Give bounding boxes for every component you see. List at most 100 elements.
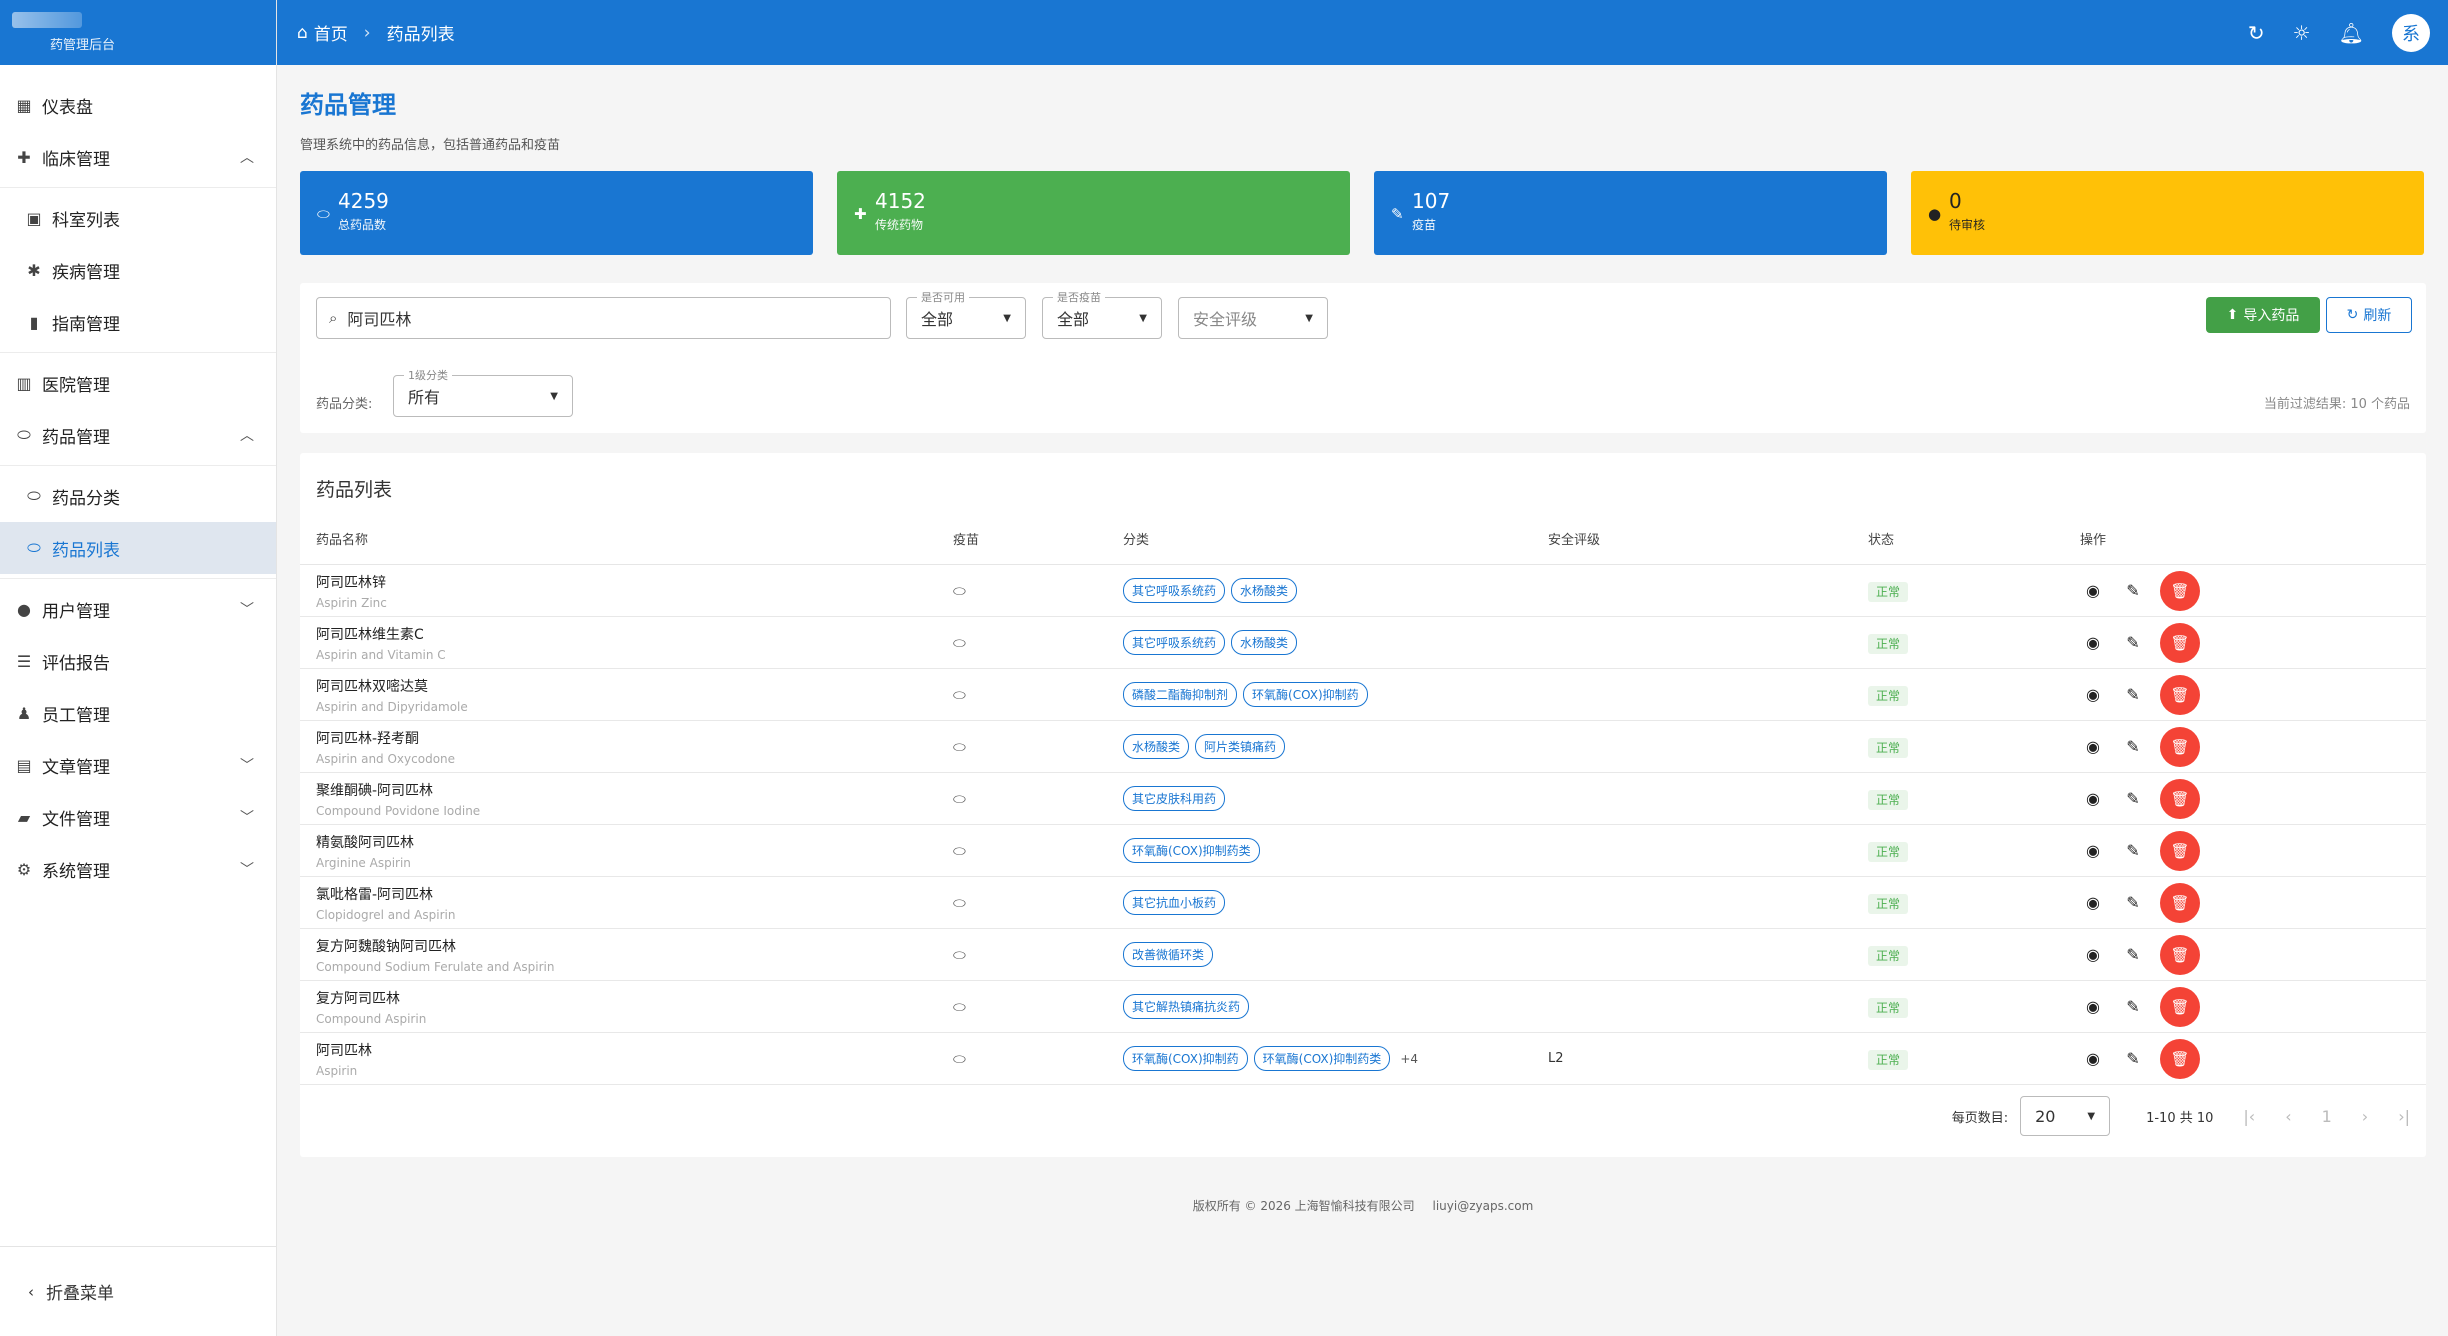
next-page-icon[interactable]: › xyxy=(2362,1107,2368,1126)
eye-icon[interactable]: ◉ xyxy=(2080,997,2106,1016)
pencil-icon[interactable]: ✎ xyxy=(2120,945,2146,964)
collapse-menu-button[interactable]: ‹ 折叠菜单 xyxy=(0,1246,276,1336)
delete-button[interactable]: 🗑︎ xyxy=(2160,986,2200,1027)
bell-icon[interactable]: 🔔︎ xyxy=(2339,21,2364,45)
drug-name[interactable]: 阿司匹林锌 xyxy=(316,572,953,592)
available-select[interactable]: 是否可用 全部 ▼ xyxy=(906,289,1026,339)
footer-email[interactable]: liuyi@zyaps.com xyxy=(1433,1199,1534,1213)
pencil-icon[interactable]: ✎ xyxy=(2120,685,2146,704)
eye-icon[interactable]: ◉ xyxy=(2080,789,2106,808)
sidebar-item-users[interactable]: ● 用户管理 ﹀ xyxy=(0,583,276,635)
drug-name-cell: 精氨酸阿司匹林 Arginine Aspirin xyxy=(316,832,953,870)
pencil-icon[interactable]: ✎ xyxy=(2120,841,2146,860)
delete-button[interactable]: 🗑︎ xyxy=(2160,674,2200,715)
delete-button[interactable]: 🗑︎ xyxy=(2160,726,2200,767)
status-badge: 正常 xyxy=(1868,686,1909,706)
eye-icon[interactable]: ◉ xyxy=(2080,633,2106,652)
search-value: 阿司匹林 xyxy=(347,310,412,329)
trash-icon: 🗑︎ xyxy=(2170,685,2190,704)
drug-name[interactable]: 聚维酮碘-阿司匹林 xyxy=(316,780,953,800)
header-vaccine[interactable]: 疫苗 xyxy=(953,529,1123,548)
first-page-icon[interactable]: |‹ xyxy=(2243,1107,2255,1126)
brightness-icon[interactable]: ☼ xyxy=(2293,21,2311,45)
delete-button[interactable]: 🗑︎ xyxy=(2160,934,2200,975)
drug-english-name: Clopidogrel and Aspirin xyxy=(316,907,456,922)
dropdown-arrow-icon: ▼ xyxy=(1305,312,1313,324)
search-input[interactable]: ⌕ 阿司匹林 xyxy=(316,297,891,339)
drug-name[interactable]: 阿司匹林 xyxy=(316,1040,953,1060)
eye-icon[interactable]: ◉ xyxy=(2080,841,2106,860)
vaccine-select[interactable]: 是否疫苗 全部 ▼ xyxy=(1042,289,1162,339)
pencil-icon[interactable]: ✎ xyxy=(2120,633,2146,652)
drug-name[interactable]: 复方阿司匹林 xyxy=(316,988,953,1008)
brand[interactable]: 药管理后台 xyxy=(0,0,276,65)
sidebar-item-reports[interactable]: ☰ 评估报告 xyxy=(0,635,276,687)
pill-icon: ⬭ xyxy=(27,538,41,557)
delete-button[interactable]: 🗑︎ xyxy=(2160,570,2200,611)
sidebar-item-dashboard[interactable]: ▦ 仪表盘 xyxy=(0,79,276,131)
trash-icon: 🗑︎ xyxy=(2170,633,2190,652)
sidebar-item-drugs[interactable]: ⬭ 药品管理 ︿ xyxy=(0,409,276,461)
drug-name-cell: 阿司匹林维生素C Aspirin and Vitamin C xyxy=(316,624,953,662)
sidebar-item-system[interactable]: ⚙ 系统管理 ﹀ xyxy=(0,843,276,895)
safety-select[interactable]: 安全评级 ▼ xyxy=(1178,297,1328,339)
import-button[interactable]: ⬆ 导入药品 xyxy=(2206,297,2320,333)
eye-icon[interactable]: ◉ xyxy=(2080,685,2106,704)
level1-category-select[interactable]: 1级分类 所有 ▼ xyxy=(393,367,573,417)
pill-icon: ⬭ xyxy=(953,842,966,860)
brand-name: 药管理后台 xyxy=(50,38,116,53)
sidebar-item-staff[interactable]: ♟ 员工管理 xyxy=(0,687,276,739)
header-category[interactable]: 分类 xyxy=(1123,529,1548,548)
last-page-icon[interactable]: ›| xyxy=(2398,1107,2410,1126)
eye-icon[interactable]: ◉ xyxy=(2080,893,2106,912)
drug-name[interactable]: 阿司匹林-羟考酮 xyxy=(316,728,953,748)
delete-button[interactable]: 🗑︎ xyxy=(2160,622,2200,663)
pencil-icon[interactable]: ✎ xyxy=(2120,997,2146,1016)
drug-name[interactable]: 阿司匹林维生素C xyxy=(316,624,953,644)
eye-icon[interactable]: ◉ xyxy=(2080,1049,2106,1068)
delete-button[interactable]: 🗑︎ xyxy=(2160,1038,2200,1079)
header-safety[interactable]: 安全评级 xyxy=(1548,529,1868,548)
sidebar-item-hospitals[interactable]: ▥ 医院管理 xyxy=(0,357,276,409)
status-badge: 正常 xyxy=(1868,738,1909,758)
sidebar-item-diseases[interactable]: ✱ 疾病管理 xyxy=(0,244,276,296)
prev-page-icon[interactable]: ‹ xyxy=(2285,1107,2291,1126)
sidebar-item-articles[interactable]: ▤ 文章管理 ﹀ xyxy=(0,739,276,791)
select-label: 是否可用 xyxy=(917,289,969,305)
delete-button[interactable]: 🗑︎ xyxy=(2160,830,2200,871)
pencil-icon[interactable]: ✎ xyxy=(2120,737,2146,756)
delete-button[interactable]: 🗑︎ xyxy=(2160,778,2200,819)
sidebar-item-drug-list[interactable]: ⬭ 药品列表 xyxy=(0,522,276,574)
drug-name[interactable]: 阿司匹林双嘧达莫 xyxy=(316,676,953,696)
drug-name[interactable]: 氯吡格雷-阿司匹林 xyxy=(316,884,953,904)
stat-value: 0 xyxy=(1949,189,1962,213)
avatar[interactable]: 系 xyxy=(2392,13,2430,52)
sidebar-item-departments[interactable]: ▣ 科室列表 xyxy=(0,192,276,244)
current-page[interactable]: 1 xyxy=(2322,1107,2332,1126)
table-row: 阿司匹林双嘧达莫 Aspirin and Dipyridamole ⬭ 磷酸二酯… xyxy=(300,669,2426,721)
delete-button[interactable]: 🗑︎ xyxy=(2160,882,2200,923)
breadcrumb-home[interactable]: 首页 xyxy=(314,20,348,45)
trash-icon: 🗑︎ xyxy=(2170,841,2190,860)
pencil-icon[interactable]: ✎ xyxy=(2120,893,2146,912)
sidebar-item-clinical[interactable]: ✚ 临床管理 ︿ xyxy=(0,131,276,183)
pencil-icon[interactable]: ✎ xyxy=(2120,789,2146,808)
eye-icon[interactable]: ◉ xyxy=(2080,581,2106,600)
refresh-button[interactable]: ↻ 刷新 xyxy=(2326,297,2412,333)
eye-icon[interactable]: ◉ xyxy=(2080,945,2106,964)
sidebar-item-guides[interactable]: ▮ 指南管理 xyxy=(0,296,276,348)
header-status[interactable]: 状态 xyxy=(1868,529,2080,548)
more-tags[interactable]: +4 xyxy=(1400,1052,1418,1066)
drug-name[interactable]: 复方阿魏酸钠阿司匹林 xyxy=(316,936,953,956)
pencil-icon[interactable]: ✎ xyxy=(2120,1049,2146,1068)
drug-table-card: 药品列表 药品名称 疫苗 分类 安全评级 状态 操作 阿司匹林锌 Aspirin… xyxy=(300,453,2426,1157)
refresh-icon[interactable]: ↻ xyxy=(2248,21,2265,45)
header-name[interactable]: 药品名称 xyxy=(316,529,953,548)
eye-icon[interactable]: ◉ xyxy=(2080,737,2106,756)
per-page-select[interactable]: 20 ▼ xyxy=(2020,1096,2111,1136)
status-cell: 正常 xyxy=(1868,789,2080,810)
drug-name[interactable]: 精氨酸阿司匹林 xyxy=(316,832,953,852)
pencil-icon[interactable]: ✎ xyxy=(2120,581,2146,600)
sidebar-item-files[interactable]: ▰ 文件管理 ﹀ xyxy=(0,791,276,843)
sidebar-item-drug-categories[interactable]: ⬭ 药品分类 xyxy=(0,470,276,522)
